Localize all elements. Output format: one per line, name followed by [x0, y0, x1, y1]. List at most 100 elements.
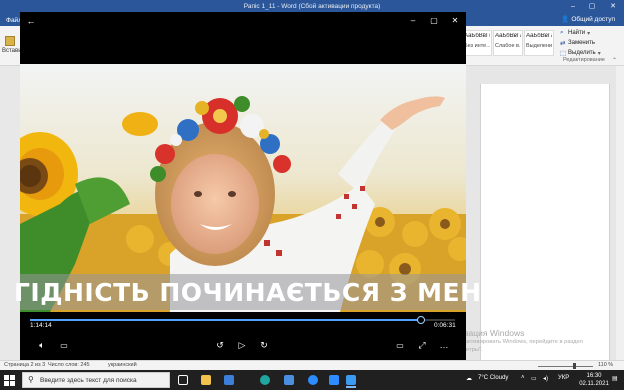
volume-button[interactable]: 🔈︎	[34, 338, 50, 352]
video-player-window: ← – ▢ ✕ ГІДНІСТЬ ПОЧИНАЄТЬСЯ З МЕНЕ 1:14…	[14, 12, 499, 360]
play-icon: ▷	[238, 340, 246, 350]
style-tile[interactable]: АаБбВвГг Без инте...	[462, 30, 492, 56]
clipboard-icon	[5, 36, 15, 46]
navigation-pane	[0, 66, 20, 360]
find-button[interactable]: ⌕ Найти ▾	[560, 28, 622, 38]
network-icon[interactable]: ▭	[531, 375, 537, 382]
style-name: Слабое в...	[495, 43, 521, 49]
share-button-label: Общий доступ	[571, 16, 615, 23]
task-view-button[interactable]	[174, 372, 192, 388]
windows-taskbar: ⚲ Введите здесь текст для поиска ☁ 7°C C…	[0, 370, 624, 390]
style-sample: АаБбВвГг	[526, 33, 552, 39]
word-window-title: Рапіс 1_11 - Word (Сбой активации продук…	[243, 3, 381, 10]
skip-back-button[interactable]: ↺	[212, 338, 228, 352]
zoom-level[interactable]: 110 %	[598, 362, 613, 368]
replace-icon: ⇄	[560, 40, 566, 47]
volume-icon: 🔈︎	[39, 340, 45, 350]
player-minimize-button[interactable]: –	[406, 15, 420, 27]
activation-line: "Параметры".	[446, 347, 616, 354]
zoom-meetings-icon	[329, 375, 339, 385]
editing-group-label: Редактирование	[563, 57, 605, 63]
seek-bar-progress	[30, 319, 421, 321]
search-placeholder: Введите здесь текст для поиска	[40, 377, 137, 384]
speaker-icon[interactable]: ◂)	[543, 375, 548, 382]
ribbon-collapse-icon[interactable]: ⌃	[612, 57, 617, 64]
seek-bar[interactable]	[30, 316, 455, 324]
vertical-scrollbar[interactable]	[616, 66, 624, 360]
taskbar-search-box[interactable]: ⚲ Введите здесь текст для поиска	[22, 372, 170, 388]
zoom-slider-thumb[interactable]	[573, 363, 576, 369]
remaining-time: 0:06:31	[434, 322, 456, 329]
style-sample: АаБбВвГг	[464, 33, 490, 39]
mini-view-icon: ▭	[396, 341, 404, 350]
styles-gallery: АаБбВвГг Без инте... АаБбВвГг Слабое в..…	[462, 30, 554, 56]
photos-icon	[346, 375, 356, 385]
word-minimize-button[interactable]: –	[566, 2, 580, 12]
activation-title: Активация Windows	[446, 328, 525, 338]
play-button[interactable]: ▷	[234, 338, 250, 352]
skip-forward-button[interactable]: ↻	[256, 338, 272, 352]
windows-activation-watermark: Активация Windows Чтобы активировать Win…	[446, 328, 616, 354]
zoom-slider[interactable]	[538, 366, 593, 367]
current-time: 1:14:14	[30, 322, 52, 329]
edge-icon	[260, 375, 270, 385]
find-label: Найти	[568, 30, 586, 36]
word-close-button[interactable]: ✕	[606, 2, 620, 12]
style-sample: АаБбВвГг	[495, 33, 521, 39]
taskbar-app-store[interactable]	[220, 372, 238, 388]
subtitles-icon: ▭	[60, 341, 68, 350]
taskbar-app-photos[interactable]	[342, 372, 360, 388]
document-canvas	[465, 66, 624, 360]
system-clock[interactable]: 16:30 02.11.2021	[579, 372, 609, 388]
fullscreen-button[interactable]: ⤢	[414, 338, 430, 352]
clock-date: 02.11.2021	[579, 381, 609, 387]
back-button[interactable]: ←	[24, 15, 38, 27]
paste-button-label: Встави	[2, 48, 22, 54]
store-icon	[224, 375, 234, 385]
video-caption: ГІДНІСТЬ ПОЧИНАЄТЬСЯ З МЕНЕ	[14, 278, 500, 307]
player-close-button[interactable]: ✕	[448, 15, 462, 27]
style-tile[interactable]: АаБбВвГг Выделение	[524, 30, 554, 56]
search-icon: ⌕	[560, 29, 564, 36]
search-icon: ⚲	[28, 375, 34, 384]
input-language[interactable]: УКР	[558, 375, 569, 381]
taskbar-app-zoom-meetings[interactable]	[325, 372, 343, 388]
taskbar-app-store-bag[interactable]	[280, 372, 298, 388]
more-options-icon: …	[439, 340, 449, 350]
replace-label: Заменить	[568, 40, 595, 46]
style-name: Без инте...	[464, 43, 490, 49]
status-language[interactable]: украинский	[108, 362, 137, 368]
weather-icon[interactable]: ☁	[466, 375, 472, 382]
document-page[interactable]	[480, 84, 610, 360]
mini-view-button[interactable]: ▭	[392, 338, 408, 352]
replace-button[interactable]: ⇄ Заменить	[560, 38, 622, 48]
more-options-button[interactable]: …	[436, 338, 452, 352]
weather-widget[interactable]: 7°C Cloudy	[478, 375, 508, 381]
player-titlebar: ← – ▢ ✕	[20, 12, 466, 64]
windows-logo-icon	[4, 375, 9, 380]
status-page[interactable]: Страница 2 из 3	[4, 362, 45, 368]
word-maximize-button[interactable]: ▢	[585, 2, 599, 12]
windows-logo-icon	[10, 381, 15, 386]
status-words[interactable]: Число слов: 245	[48, 362, 90, 368]
player-controls: 1:14:14 0:06:31 🔈︎ ▭ ↺ ▷ ↻ ▭ ⤢ …	[20, 312, 466, 360]
taskbar-app-zoom[interactable]	[304, 372, 322, 388]
player-maximize-button[interactable]: ▢	[427, 15, 441, 27]
taskbar-app-explorer[interactable]	[197, 372, 215, 388]
activation-line: Чтобы активировать Windows, перейдите в …	[446, 339, 583, 345]
windows-logo-icon	[4, 381, 9, 386]
taskbar-app-edge[interactable]	[256, 372, 274, 388]
seek-bar-thumb[interactable]	[416, 316, 425, 324]
subtitles-button[interactable]: ▭	[56, 338, 72, 352]
share-button[interactable]: 👤 Общий доступ	[558, 15, 618, 25]
style-tile[interactable]: АаБбВвГг Слабое в...	[493, 30, 523, 56]
chevron-down-icon: ▾	[587, 30, 591, 37]
tray-overflow-icon[interactable]: ˄	[521, 375, 525, 381]
notifications-icon[interactable]: ▤	[612, 375, 618, 382]
style-name: Выделение	[526, 43, 552, 49]
start-button[interactable]	[4, 375, 15, 386]
paste-button[interactable]: Встави	[2, 36, 22, 60]
zoom-icon	[308, 375, 318, 385]
chevron-down-icon: ▾	[597, 50, 601, 57]
select-icon: ⬚	[560, 50, 567, 57]
